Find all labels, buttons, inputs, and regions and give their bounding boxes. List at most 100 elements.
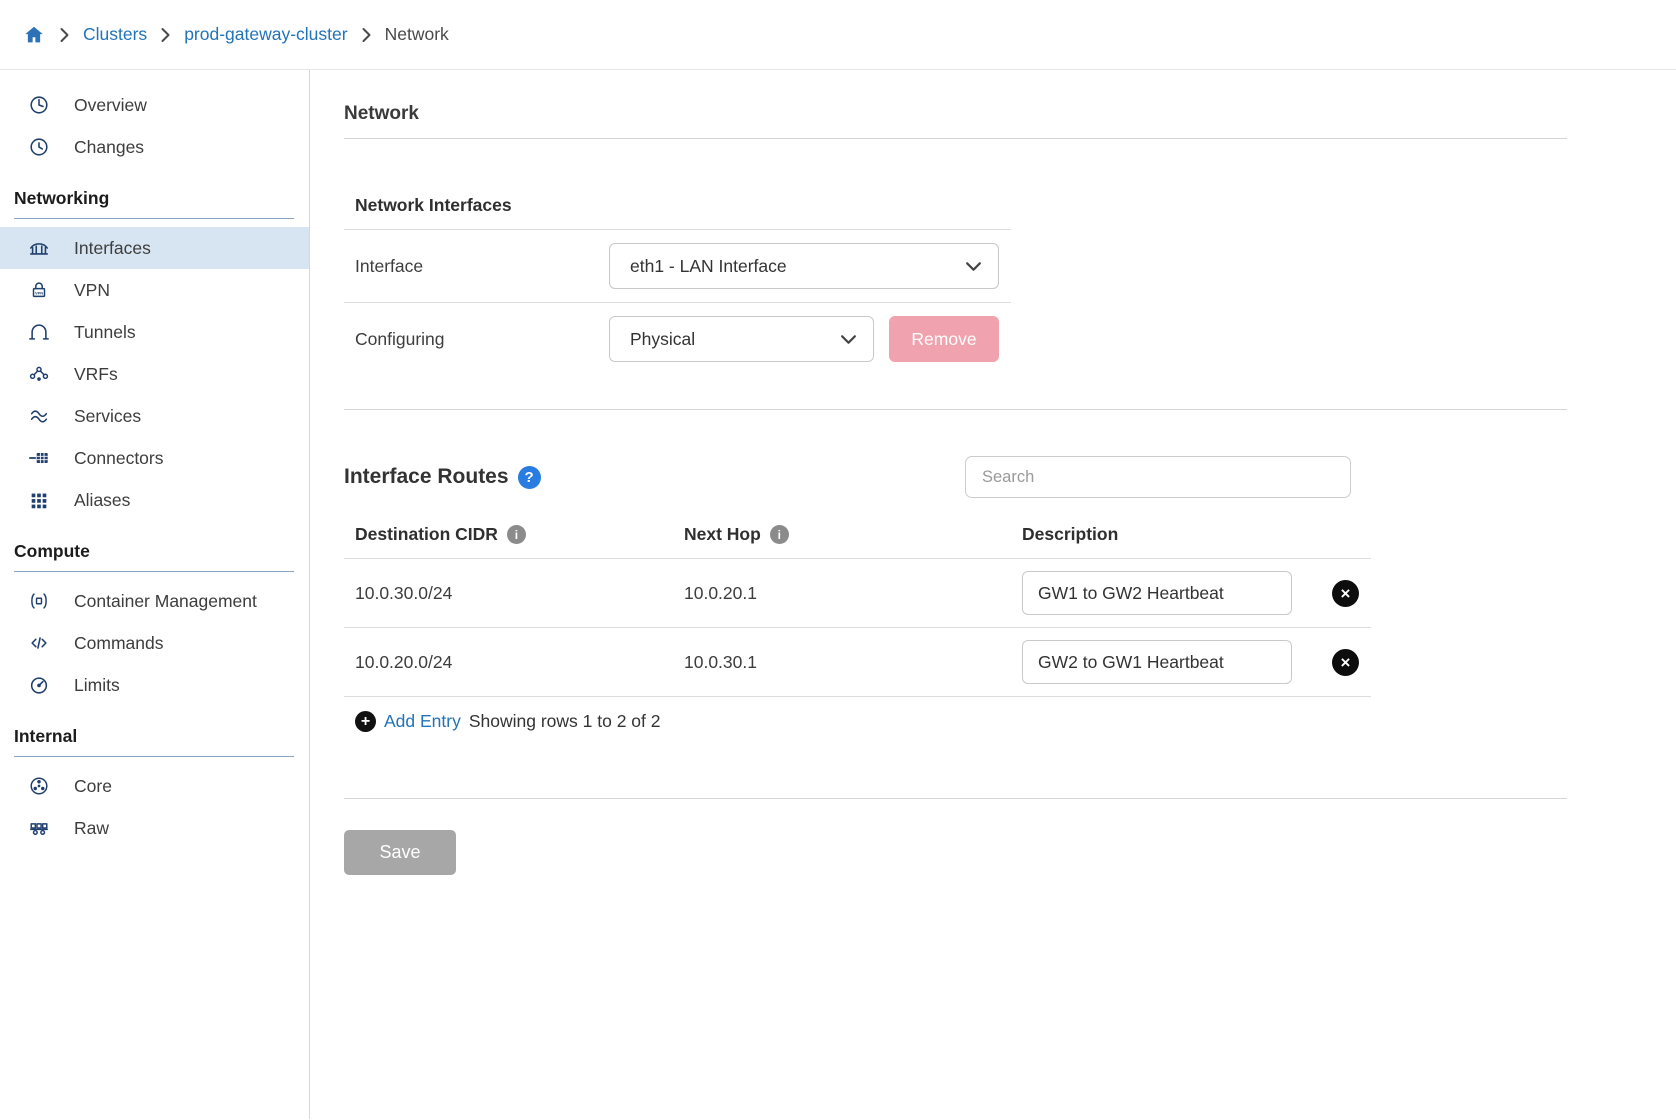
help-icon[interactable]: ? [518, 466, 541, 489]
sidebar-item-services[interactable]: Services [0, 395, 309, 437]
bridge-icon [24, 237, 54, 259]
interface-routes-header: Interface Routes ? [344, 456, 1371, 498]
interface-select[interactable]: eth1 - LAN Interface [609, 243, 999, 289]
network-nodes-icon [24, 363, 54, 385]
sidebar-item-aliases[interactable]: Aliases [0, 479, 309, 521]
column-description: Description [1022, 524, 1118, 545]
sidebar-item-label: Tunnels [74, 322, 136, 343]
search-input[interactable] [965, 456, 1351, 498]
next-hop-cell: 10.0.20.1 [684, 583, 1022, 604]
add-entry-link[interactable]: Add Entry [384, 711, 461, 732]
waves-icon [24, 405, 54, 427]
page-title: Network [344, 103, 1676, 125]
overview-icon [24, 94, 54, 116]
sidebar-item-connectors[interactable]: Connectors [0, 437, 309, 479]
interface-routes-section: Interface Routes ? Destination CIDR i Ne… [344, 456, 1371, 732]
main-content: Network Network Interfaces Interface eth… [310, 70, 1676, 1119]
section-divider [344, 798, 1567, 799]
sidebar-item-label: Limits [74, 675, 120, 696]
add-entry-row: + Add Entry Showing rows 1 to 2 of 2 [344, 711, 1371, 732]
svg-text:VPN: VPN [35, 290, 43, 295]
sidebar-section-networking: Networking [14, 188, 294, 219]
sidebar-item-changes[interactable]: Changes [0, 126, 309, 168]
sidebar-section-internal: Internal [14, 726, 294, 757]
sidebar-item-label: VRFs [74, 364, 118, 385]
next-hop-cell: 10.0.30.1 [684, 652, 1022, 673]
connector-icon [24, 447, 54, 469]
core-icon [24, 775, 54, 797]
column-destination-cidr: Destination CIDR [355, 524, 498, 545]
sidebar-item-label: Raw [74, 818, 109, 839]
chevron-right-icon [160, 27, 171, 43]
sidebar-item-vpn[interactable]: VPN VPN [0, 269, 309, 311]
sidebar-item-raw[interactable]: Raw [0, 807, 309, 849]
remove-button[interactable]: Remove [889, 316, 999, 362]
description-input[interactable] [1022, 640, 1292, 684]
title-divider [344, 138, 1567, 139]
delete-row-icon[interactable]: × [1332, 580, 1359, 607]
code-icon [24, 632, 54, 654]
chevron-down-icon [965, 256, 982, 277]
sidebar-item-label: Connectors [74, 448, 164, 469]
save-button[interactable]: Save [344, 830, 456, 875]
table-row: 10.0.30.0/24 10.0.20.1 × [344, 559, 1371, 628]
description-input[interactable] [1022, 571, 1292, 615]
sidebar-item-label: VPN [74, 280, 110, 301]
configuring-row: Configuring Physical Remove [344, 303, 1011, 375]
delete-row-icon[interactable]: × [1332, 649, 1359, 676]
sidebar-item-label: Commands [74, 633, 163, 654]
rows-summary: Showing rows 1 to 2 of 2 [469, 711, 661, 732]
sidebar-section-compute: Compute [14, 541, 294, 572]
sidebar-item-label: Changes [74, 137, 144, 158]
breadcrumb-current: Network [385, 24, 449, 45]
sidebar-item-vrfs[interactable]: VRFs [0, 353, 309, 395]
sidebar-item-label: Services [74, 406, 141, 427]
breadcrumb-link-clusters[interactable]: Clusters [83, 24, 147, 45]
sidebar-item-interfaces[interactable]: Interfaces [0, 227, 309, 269]
interface-routes-title: Interface Routes [344, 465, 509, 489]
table-header-row: Destination CIDR i Next Hop i Descriptio… [344, 524, 1371, 559]
grid-dots-icon [24, 489, 54, 511]
gauge-icon [24, 674, 54, 696]
destination-cidr-cell: 10.0.20.0/24 [344, 652, 684, 673]
configuring-select[interactable]: Physical [609, 316, 874, 362]
interface-label: Interface [355, 256, 609, 277]
sidebar-item-label: Core [74, 776, 112, 797]
sidebar-item-commands[interactable]: Commands [0, 622, 309, 664]
container-icon [24, 590, 54, 612]
sidebar-item-label: Container Management [74, 591, 257, 612]
tunnel-icon [24, 321, 54, 343]
routes-table: Destination CIDR i Next Hop i Descriptio… [344, 524, 1371, 697]
add-entry-icon[interactable]: + [355, 711, 376, 732]
configuring-label: Configuring [355, 329, 609, 350]
raw-icon [24, 817, 54, 839]
sidebar-item-container-management[interactable]: Container Management [0, 580, 309, 622]
home-icon[interactable] [22, 24, 46, 46]
network-interfaces-section: Network Interfaces Interface eth1 - LAN … [344, 195, 1011, 375]
interface-row: Interface eth1 - LAN Interface [344, 230, 1011, 303]
column-next-hop: Next Hop [684, 524, 761, 545]
configuring-select-value: Physical [630, 329, 695, 350]
sidebar-item-overview[interactable]: Overview [0, 84, 309, 126]
chevron-down-icon [840, 329, 857, 350]
vpn-lock-icon: VPN [24, 279, 54, 301]
destination-cidr-cell: 10.0.30.0/24 [344, 583, 684, 604]
sidebar-item-label: Overview [74, 95, 147, 116]
sidebar-item-label: Interfaces [74, 238, 151, 259]
info-icon: i [507, 525, 526, 544]
table-row: 10.0.20.0/24 10.0.30.1 × [344, 628, 1371, 697]
sidebar-item-limits[interactable]: Limits [0, 664, 309, 706]
sidebar-item-tunnels[interactable]: Tunnels [0, 311, 309, 353]
chevron-right-icon [361, 27, 372, 43]
network-interfaces-title: Network Interfaces [344, 195, 1011, 230]
sidebar-item-label: Aliases [74, 490, 130, 511]
history-icon [24, 136, 54, 158]
breadcrumb: Clusters prod-gateway-cluster Network [0, 0, 1676, 70]
section-divider [344, 409, 1567, 410]
interface-select-value: eth1 - LAN Interface [630, 256, 787, 277]
sidebar: Overview Changes Networking Interfaces V… [0, 70, 310, 1119]
info-icon: i [770, 525, 789, 544]
sidebar-item-core[interactable]: Core [0, 765, 309, 807]
breadcrumb-link-cluster-name[interactable]: prod-gateway-cluster [184, 24, 347, 45]
chevron-right-icon [59, 27, 70, 43]
